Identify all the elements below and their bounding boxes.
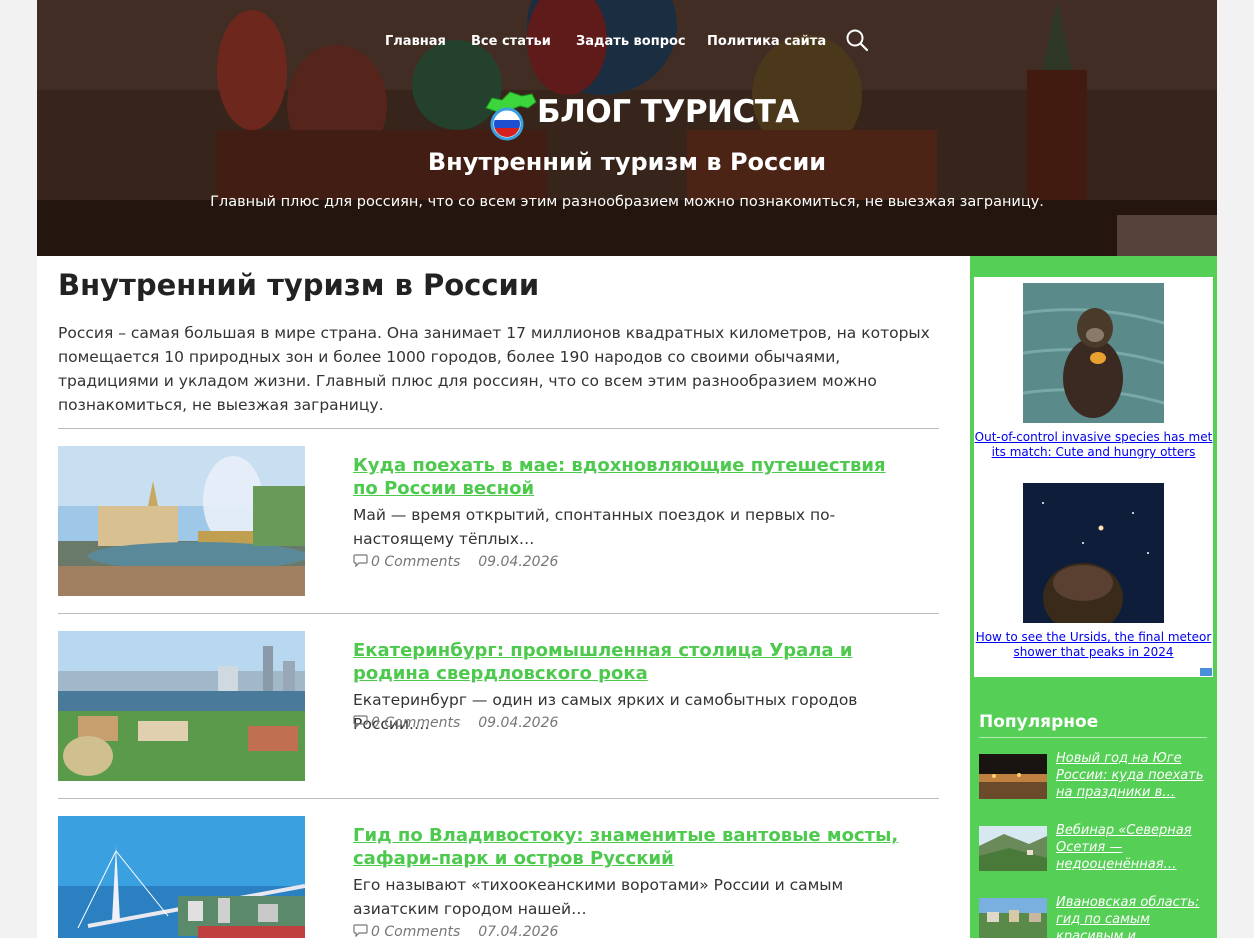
post-title-link[interactable]: Гид по Владивостоку: знаменитые вантовые… (353, 824, 913, 870)
post-title-link[interactable]: Екатеринбург: промышленная столица Урала… (353, 639, 913, 685)
nav-item-site-policy[interactable]: Политика сайта (707, 34, 826, 49)
popular-item: Ивановская область: гид по самым красивы… (979, 894, 1209, 938)
site-title: Внутренний туризм в России (427, 148, 827, 176)
post-date: 09.04.2026 (478, 554, 559, 570)
divider (58, 428, 939, 429)
post-thumbnail-vladivostok[interactable] (58, 816, 305, 938)
divider (58, 613, 939, 614)
main-navigation: Главная Все статьи Задать вопрос Политик… (37, 29, 1217, 58)
ad-widget: Out-of-control invasive species has met … (974, 277, 1213, 677)
post-title-link[interactable]: Куда поехать в мае: вдохновляющие путеше… (353, 454, 913, 500)
nav-item-home[interactable]: Главная (385, 34, 446, 49)
post-date: 07.04.2026 (478, 924, 559, 938)
site-header: Главная Все статьи Задать вопрос Политик… (37, 0, 1217, 256)
popular-heading: Популярное (979, 712, 1099, 732)
post-date: 09.04.2026 (478, 715, 559, 731)
ad-link-ursids[interactable]: How to see the Ursids, the final meteor … (974, 630, 1213, 660)
popular-thumbnail[interactable] (979, 826, 1047, 871)
post-meta: 0 Comments 09.04.2026 (353, 715, 558, 731)
post-item: Куда поехать в мае: вдохновляющие путеше… (58, 446, 939, 596)
popular-item: Вебинар «Северная Осетия — недооценённая… (979, 822, 1209, 882)
post-comments-count[interactable]: 0 Comments (371, 554, 460, 570)
post-item: Екатеринбург: промышленная столица Урала… (58, 631, 939, 781)
divider (58, 798, 939, 799)
page-title: Внутренний туризм в России (58, 268, 540, 302)
comment-icon (353, 715, 368, 728)
search-icon[interactable] (845, 28, 869, 52)
ad-link-otters[interactable]: Out-of-control invasive species has met … (974, 430, 1213, 460)
sidebar: Out-of-control invasive species has met … (970, 256, 1217, 938)
popular-item-link[interactable]: Новый год на Юге России: куда поехать на… (1056, 750, 1212, 801)
post-thumbnail-yekaterinburg[interactable] (58, 631, 305, 781)
nav-item-all-articles[interactable]: Все статьи (471, 34, 551, 49)
logo-text: БЛОГ ТУРИСТА (537, 94, 799, 130)
site-description: Главный плюс для россиян, что со всем эт… (210, 194, 1044, 210)
adchoices-icon[interactable] (1200, 668, 1212, 676)
post-meta: 0 Comments 07.04.2026 (353, 924, 558, 938)
popular-item-link[interactable]: Вебинар «Северная Осетия — недооценённая… (1056, 822, 1212, 873)
popular-item: Новый год на Юге России: куда поехать на… (979, 750, 1209, 810)
popular-item-link[interactable]: Ивановская область: гид по самым красивы… (1056, 894, 1212, 938)
russia-map-flag-logo-icon (485, 91, 537, 141)
comment-icon (353, 554, 368, 567)
popular-divider (979, 737, 1207, 738)
post-comments-count[interactable]: 0 Comments (371, 924, 460, 938)
post-item: Гид по Владивостоку: знаменитые вантовые… (58, 816, 939, 938)
popular-thumbnail[interactable] (979, 898, 1047, 938)
comment-icon (353, 924, 368, 937)
ad-image-otter[interactable] (1023, 283, 1164, 423)
popular-thumbnail[interactable] (979, 754, 1047, 799)
post-excerpt: Май — время открытий, спонтанных поездок… (353, 506, 836, 548)
site-logo[interactable]: БЛОГ ТУРИСТА (480, 88, 799, 142)
ad-image-meteor[interactable] (1023, 483, 1164, 623)
post-comments-count[interactable]: 0 Comments (371, 715, 460, 731)
nav-item-ask-question[interactable]: Задать вопрос (576, 34, 686, 49)
post-meta: 0 Comments 09.04.2026 (353, 554, 558, 570)
post-thumbnail-fountain[interactable] (58, 446, 305, 596)
page-wrapper: Главная Все статьи Задать вопрос Политик… (37, 0, 1217, 938)
post-excerpt: Его называют «тихоокеанскими воротами» Р… (353, 876, 844, 918)
intro-paragraph: Россия – самая большая в мире страна. Он… (58, 324, 930, 414)
